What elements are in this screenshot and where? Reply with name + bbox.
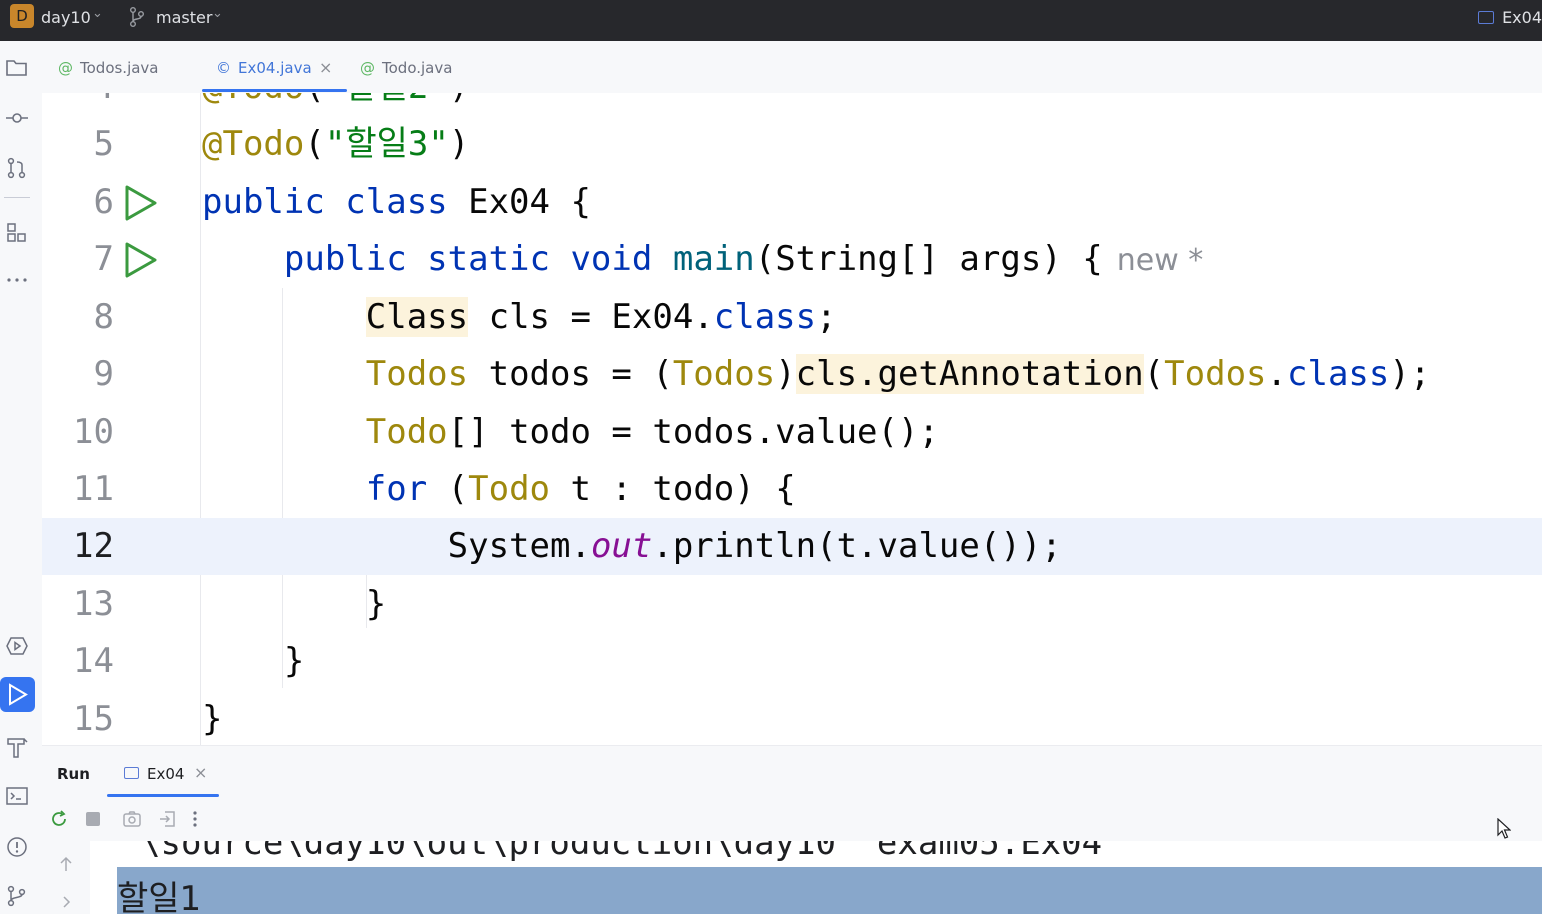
console-selected-line[interactable]: 할일1 (117, 867, 1542, 914)
code-text: public class Ex04 { (202, 182, 591, 222)
run-config-label: Ex04 (1502, 8, 1542, 27)
code-text: Class cls = Ex04.class; (365, 297, 837, 337)
left-toolbar (0, 41, 43, 914)
commit-icon[interactable] (5, 107, 28, 129)
run-gutter-icon[interactable] (124, 184, 158, 226)
console[interactable]: \source\day10\out\production\day10 exam0… (42, 841, 1542, 914)
active-tab-indicator (202, 89, 347, 92)
code-text: } (202, 584, 387, 624)
mouse-cursor-icon (1497, 817, 1512, 844)
application-icon (1478, 11, 1495, 24)
code-line: 6 public class Ex04 { (42, 174, 1542, 231)
code-line: 13 } (42, 576, 1542, 633)
code-line: 5 @Todo("할일3") (42, 116, 1542, 173)
services-icon[interactable] (5, 635, 28, 657)
terminal-icon[interactable] (5, 785, 28, 807)
code-text: System.out.println(t.value()); (202, 526, 1062, 566)
rerun-icon[interactable] (49, 809, 69, 833)
console-command-line: \source\day10\out\production\day10 exam0… (140, 841, 1103, 863)
code-line: 15 } (42, 691, 1542, 745)
tab-todo-java[interactable]: @ Todo.java (360, 59, 452, 77)
folder-icon[interactable] (5, 57, 27, 79)
code-line: 9 Todos todos = (Todos)cls.getAnnotation… (42, 346, 1542, 403)
code-line: 14 } (42, 633, 1542, 690)
code-line: 4 @Todo("할일2") (42, 93, 1542, 116)
stop-icon[interactable] (83, 809, 103, 833)
annotation-icon: @ (58, 59, 73, 77)
code-line: 11 for (Todo t : todo) { (42, 461, 1542, 518)
code-text: Todos todos = (Todos)cls.getAnnotation(T… (365, 354, 1431, 394)
chevron-down-icon[interactable]: ⌄ (92, 6, 103, 21)
project-badge[interactable]: D (10, 4, 34, 28)
problems-icon[interactable] (5, 835, 27, 857)
close-icon[interactable]: × (194, 763, 207, 782)
run-config-selector[interactable]: Ex04 (1478, 8, 1542, 27)
code-text: for (Todo t : todo) { (365, 469, 796, 509)
code-line: 10 Todo[] todo = todos.value(); (42, 404, 1542, 461)
run-toolbar (42, 797, 1542, 841)
tab-todos-java[interactable]: @ Todos.java (58, 59, 159, 77)
code-line: 7 public static void main(String[] args)… (42, 231, 1542, 288)
chevron-right-icon[interactable] (58, 893, 74, 914)
structure-icon[interactable] (5, 221, 27, 243)
branch-icon[interactable] (128, 6, 146, 32)
exit-icon[interactable] (157, 809, 177, 833)
application-icon (124, 767, 139, 779)
run-icon[interactable] (0, 677, 35, 712)
project-name[interactable]: day10 (41, 8, 91, 27)
pull-request-icon[interactable] (5, 157, 27, 179)
annotation-icon: @ (360, 59, 375, 77)
inlay-hint[interactable]: new * (1117, 243, 1204, 278)
class-icon: © (216, 59, 231, 77)
screenshot-icon[interactable] (122, 809, 142, 833)
editor-tabs: @ Todos.java © Ex04.java × @ Todo.java (42, 41, 1542, 94)
code-text: public static void main(String[] args) {… (283, 239, 1204, 279)
code-line: 8 Class cls = Ex04.class; (42, 289, 1542, 346)
code-text: } (202, 699, 223, 739)
more-icon[interactable] (5, 269, 27, 291)
console-sidebar (42, 841, 91, 914)
code-text: @Todo("할일3") (202, 124, 470, 164)
close-icon[interactable]: × (319, 58, 332, 77)
code-line-current: 12 System.out.println(t.value()); (42, 518, 1542, 575)
run-tab-ex04[interactable]: Ex04 (124, 765, 184, 783)
code-text: Todo[] todo = todos.value(); (365, 412, 939, 452)
code-text: } (202, 641, 305, 681)
scroll-up-icon[interactable] (58, 855, 74, 877)
tab-ex04-java[interactable]: © Ex04.java (216, 59, 312, 77)
git-icon[interactable] (5, 885, 27, 907)
build-icon[interactable] (5, 735, 28, 758)
console-output-text: 할일1 (117, 879, 202, 914)
branch-name[interactable]: master (156, 8, 212, 27)
code-text: @Todo("할일2") (202, 93, 469, 116)
run-panel-title: Run (57, 765, 90, 783)
toolbar-separator (4, 197, 30, 198)
code-editor[interactable]: 4 @Todo("할일2") 5 @Todo("할일3") 6 public c… (42, 93, 1542, 745)
console-output-area[interactable]: \source\day10\out\production\day10 exam0… (90, 841, 1542, 914)
run-panel-header: Run Ex04 × (42, 745, 1542, 798)
run-gutter-icon[interactable] (124, 241, 158, 283)
more-icon[interactable] (190, 809, 200, 833)
chevron-down-icon[interactable]: ⌄ (212, 6, 223, 21)
title-bar: D day10 ⌄ master ⌄ Ex04 (0, 0, 1542, 41)
